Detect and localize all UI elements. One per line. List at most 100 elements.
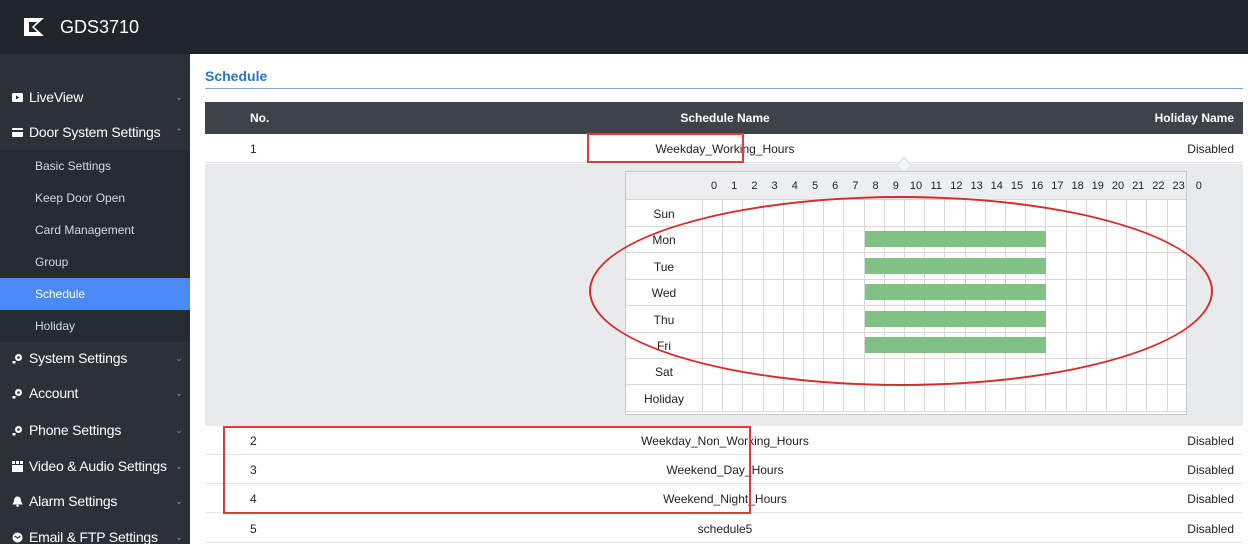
grid-cell[interactable] (1045, 279, 1065, 306)
grid-cell[interactable] (722, 305, 742, 332)
sidebar-item-basic-settings[interactable]: Basic Settings (0, 150, 190, 182)
grid-cell[interactable] (722, 384, 742, 411)
grid-cell[interactable] (944, 358, 964, 385)
grid-cell[interactable] (702, 305, 722, 332)
grid-cell[interactable] (1146, 279, 1166, 306)
grid-cell[interactable] (1126, 305, 1146, 332)
grid-cell[interactable] (702, 384, 722, 411)
grid-cell[interactable] (1166, 384, 1187, 411)
grid-cell[interactable] (1025, 384, 1045, 411)
grid-cell[interactable] (924, 200, 944, 226)
grid-cell[interactable] (823, 305, 843, 332)
sidebar-item-keep-door-open[interactable]: Keep Door Open (0, 182, 190, 214)
grid-cell[interactable] (1106, 226, 1126, 253)
grid-cell[interactable] (1166, 226, 1187, 253)
grid-cell[interactable] (1065, 384, 1086, 411)
grid-cell[interactable] (782, 200, 803, 226)
grid-cell[interactable] (1166, 358, 1187, 385)
grid-cell[interactable] (1106, 305, 1126, 332)
sidebar-item-email-ftp-settings[interactable]: Email & FTP Settings ⌄ (0, 520, 190, 544)
grid-cell[interactable] (782, 279, 803, 306)
grid-cell[interactable] (722, 358, 742, 385)
grid-cell[interactable] (944, 384, 964, 411)
grid-cell[interactable] (742, 252, 762, 279)
grid-cell[interactable] (1166, 279, 1187, 306)
grid-cell[interactable] (924, 384, 944, 411)
grid-cell[interactable] (843, 279, 863, 306)
grid-cell[interactable] (823, 226, 843, 253)
grid-cell[interactable] (742, 226, 762, 253)
grid-cell[interactable] (964, 200, 985, 226)
grid-cell[interactable] (1085, 200, 1106, 226)
grid-cell[interactable] (904, 200, 924, 226)
grid-cell[interactable] (1065, 305, 1086, 332)
grid-cell[interactable] (782, 384, 803, 411)
grid-cell[interactable] (843, 305, 863, 332)
grid-cell[interactable] (1126, 252, 1146, 279)
grid-cell[interactable] (1166, 332, 1187, 358)
grid-cell[interactable] (722, 279, 742, 306)
grid-cell[interactable] (782, 332, 803, 358)
grid-cell[interactable] (803, 226, 823, 253)
grid-cell[interactable] (803, 200, 823, 226)
grid-cell[interactable] (1106, 279, 1126, 306)
brand[interactable]: GDS3710 (22, 10, 139, 44)
grid-cell[interactable] (1126, 226, 1146, 253)
grid-cell[interactable] (883, 358, 904, 385)
grid-cell[interactable] (984, 200, 1005, 226)
grid-cell[interactable] (782, 305, 803, 332)
grid-cell[interactable] (1085, 332, 1106, 358)
grid-cell[interactable] (1166, 305, 1187, 332)
grid-cell[interactable] (1166, 200, 1187, 226)
grid-cell[interactable] (722, 200, 742, 226)
grid-cell[interactable] (762, 384, 783, 411)
sidebar-item-card-management[interactable]: Card Management (0, 214, 190, 246)
grid-cell[interactable] (782, 252, 803, 279)
grid-cell[interactable] (823, 332, 843, 358)
grid-cell[interactable] (823, 358, 843, 385)
grid-cell[interactable] (823, 279, 843, 306)
grid-cell[interactable] (702, 358, 722, 385)
grid-cell[interactable] (702, 226, 722, 253)
grid-cell[interactable] (1106, 200, 1126, 226)
sidebar-item-liveview[interactable]: LiveView ⌄ (0, 80, 190, 114)
grid-cell[interactable] (1045, 358, 1065, 385)
grid-cell[interactable] (803, 358, 823, 385)
grid-cell[interactable] (1005, 200, 1025, 226)
table-row[interactable]: 4 Weekend_Night_Hours Disabled (205, 484, 1243, 513)
grid-cell[interactable] (1085, 252, 1106, 279)
grid-cell[interactable] (803, 332, 823, 358)
grid-cell[interactable] (1005, 384, 1025, 411)
sidebar-item-account[interactable]: Account ⌄ (0, 376, 190, 410)
grid-cell[interactable] (803, 279, 823, 306)
grid-cell[interactable] (1045, 384, 1065, 411)
grid-cell[interactable] (1065, 200, 1086, 226)
grid-cell[interactable] (1045, 226, 1065, 253)
grid-cell[interactable] (1146, 252, 1166, 279)
grid-cell[interactable] (722, 252, 742, 279)
sidebar-item-alarm-settings[interactable]: Alarm Settings ⌄ (0, 484, 190, 518)
grid-cell[interactable] (742, 200, 762, 226)
grid-cell[interactable] (702, 200, 722, 226)
grid-cell[interactable] (702, 279, 722, 306)
grid-cell[interactable] (1025, 200, 1045, 226)
grid-cell[interactable] (762, 200, 783, 226)
grid-cell[interactable] (762, 305, 783, 332)
grid-cell[interactable] (1126, 332, 1146, 358)
grid-cell[interactable] (1065, 226, 1086, 253)
grid-cell[interactable] (1106, 332, 1126, 358)
grid-cell[interactable] (1025, 358, 1045, 385)
grid-cell[interactable] (1045, 305, 1065, 332)
grid-cell[interactable] (742, 305, 762, 332)
grid-cell[interactable] (702, 252, 722, 279)
grid-cell[interactable] (1065, 332, 1086, 358)
grid-cell[interactable] (1065, 358, 1086, 385)
table-row[interactable]: 5 schedule5 Disabled (205, 514, 1243, 543)
grid-cell[interactable] (1005, 358, 1025, 385)
grid-cell[interactable] (742, 332, 762, 358)
grid-cell[interactable] (762, 226, 783, 253)
grid-cell[interactable] (843, 384, 863, 411)
table-row[interactable]: 2 Weekday_Non_Working_Hours Disabled (205, 426, 1243, 455)
grid-cell[interactable] (803, 384, 823, 411)
grid-cell[interactable] (722, 332, 742, 358)
